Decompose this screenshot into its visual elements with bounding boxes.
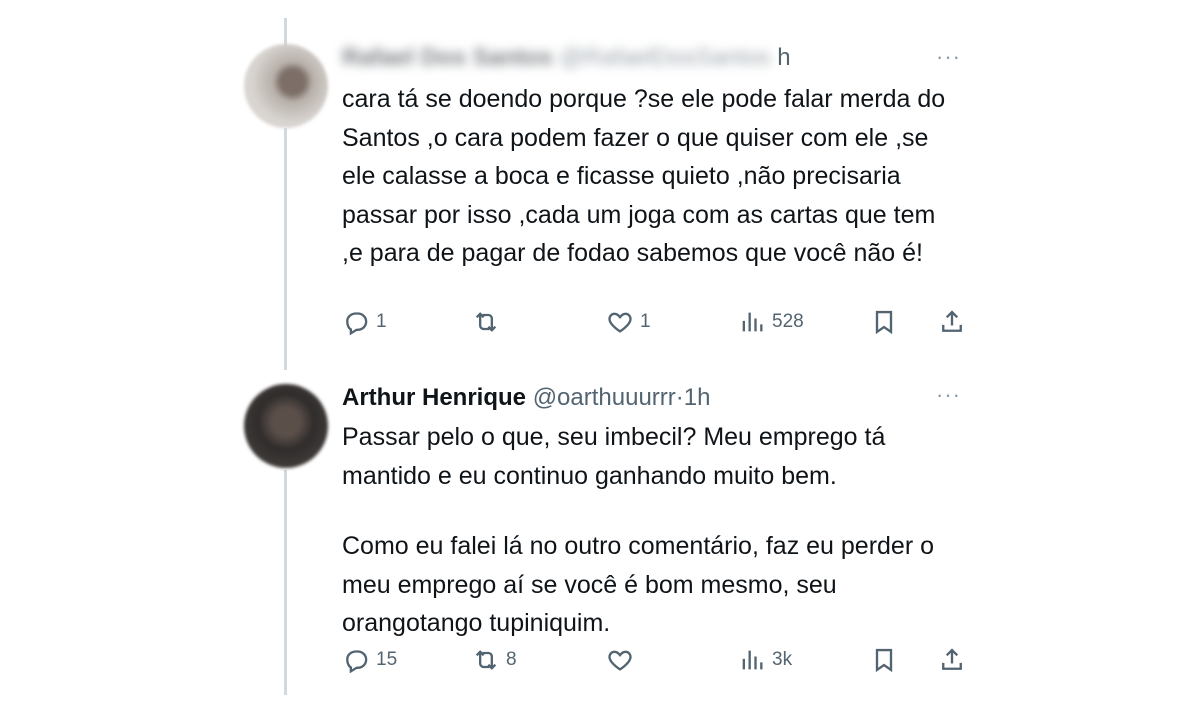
reply-count: 1 [376,311,387,332]
retweet-button[interactable] [472,308,506,336]
views-button[interactable]: 3k [738,646,792,674]
tweet-paragraph: Como eu falei lá no outro comentário, fa… [342,532,935,637]
bookmark-icon [875,310,893,335]
more-icon[interactable]: ··· [936,382,961,408]
like-button[interactable]: 1 [606,308,651,336]
share-icon [942,648,962,670]
tweet-text: cara tá se doendo porque ?se ele pode fa… [342,80,952,273]
bookmark-icon [875,648,893,673]
like-button[interactable] [606,646,640,674]
avatar[interactable] [244,44,328,128]
reply-icon [346,650,368,674]
tweet-header: Arthur Henrique @oarthuuurrr·1h [342,384,710,412]
views-icon [742,312,763,332]
thread-line-bottom [284,470,287,695]
author-name[interactable]: Rafael Dos Santos [342,44,553,72]
views-button[interactable]: 528 [738,308,804,336]
reply-button[interactable]: 15 [342,646,397,674]
retweet-button[interactable]: 8 [472,646,517,674]
tweet-paragraph: cara tá se doendo porque ?se ele pode fa… [342,85,946,267]
reply-count: 15 [376,649,398,670]
bookmark-button[interactable] [870,646,898,674]
tweet-actions: 1 1 528 [342,308,972,342]
thread-line-middle [284,128,287,370]
views-icon [742,650,763,670]
avatar[interactable] [244,384,328,468]
retweet-icon [475,650,497,670]
tweet-time[interactable]: 1h [684,384,711,411]
reply-button[interactable]: 1 [342,308,387,336]
tweet-actions: 15 8 3k [342,646,972,680]
like-icon [608,650,632,671]
author-handle[interactable]: @oarthuuurrr [533,384,676,411]
author-name[interactable]: Arthur Henrique [342,384,526,411]
tweet-paragraph: Passar pelo o que, seu imbecil? Meu empr… [342,423,886,490]
bookmark-button[interactable] [870,308,898,336]
author-handle[interactable]: @RafaelDosSantos [559,44,770,72]
meta-separator: · [675,384,684,411]
tweet-text: Passar pelo o que, seu imbecil? Meu empr… [342,418,952,643]
views-count: 528 [772,311,804,332]
tweet-time[interactable]: h [777,44,790,71]
views-count: 3k [772,649,793,670]
share-button[interactable] [938,308,966,336]
share-icon [942,310,962,332]
retweet-icon [475,312,497,332]
retweet-count: 8 [506,649,517,670]
tweet-header: Rafael Dos Santos @RafaelDosSantos h [342,44,791,72]
reply-icon [346,312,368,336]
more-icon[interactable]: ··· [936,44,961,70]
like-icon [608,312,632,333]
like-count: 1 [640,311,651,332]
share-button[interactable] [938,646,966,674]
